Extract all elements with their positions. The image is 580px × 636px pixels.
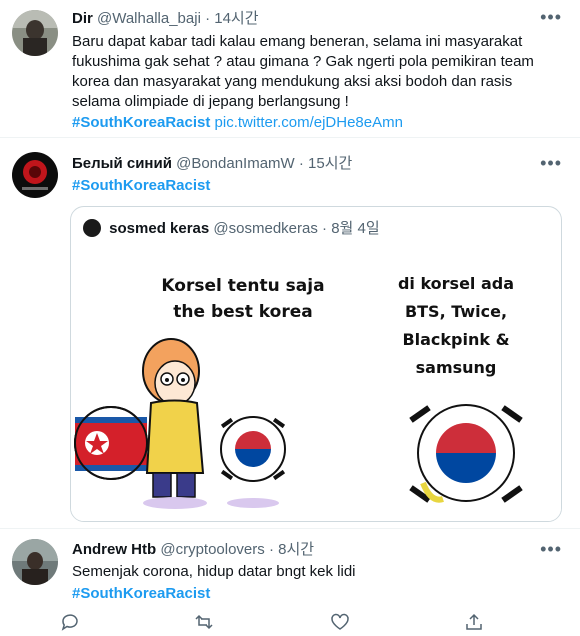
hashtag-link[interactable]: #SouthKoreaRacist — [72, 585, 210, 602]
nk-ball — [74, 406, 148, 480]
meme-image[interactable]: Korsel tentu saja the best korea di kors… — [71, 253, 561, 522]
author-name[interactable]: Andrew Htb — [72, 541, 156, 558]
reply-icon[interactable] — [60, 612, 80, 632]
meme-right-line-1: di korsel ada — [398, 274, 514, 293]
timestamp[interactable]: 8시간 — [278, 541, 314, 558]
tweet-actions — [60, 612, 540, 632]
timestamp[interactable]: 14시간 — [214, 10, 258, 27]
hashtag-link[interactable]: #SouthKoreaRacist — [72, 177, 210, 194]
separator: · — [268, 541, 274, 558]
avatar[interactable] — [12, 10, 58, 56]
meme-right-line-4: samsung — [416, 358, 497, 377]
tweet-text: Semenjak corona, hidup datar bngt kek li… — [72, 563, 356, 580]
quoted-tweet[interactable]: sosmed keras @sosmedkeras · 8월 4일 Korsel… — [70, 206, 562, 522]
quoted-author-name[interactable]: sosmed keras — [109, 220, 209, 237]
author-name[interactable]: Белый синий — [72, 155, 172, 172]
quoted-avatar[interactable] — [83, 219, 101, 237]
separator: · — [322, 220, 328, 237]
meme-left-line-2: the best korea — [173, 302, 312, 322]
quoted-author-handle[interactable]: @sosmedkeras — [213, 220, 317, 237]
meme-right-line-2: BTS, Twice, — [405, 302, 507, 321]
separator: · — [298, 155, 304, 172]
more-icon[interactable]: ••• — [540, 8, 562, 26]
avatar[interactable] — [12, 152, 58, 198]
author-handle[interactable]: @Walhalla_baji — [97, 10, 201, 27]
meme-right-line-3: Blackpink & — [402, 330, 509, 349]
share-icon[interactable] — [464, 612, 484, 632]
tweet-1[interactable]: Dir @Walhalla_baji · 14시간 ••• Baru dapat… — [0, 0, 580, 138]
tweet-text-block: Baru dapat kabar tadi kalau emang benera… — [72, 32, 562, 133]
more-icon[interactable]: ••• — [540, 540, 562, 558]
timestamp[interactable]: 15시간 — [308, 155, 352, 172]
more-icon[interactable]: ••• — [540, 154, 562, 172]
hashtag-link[interactable]: #SouthKoreaRacist — [72, 114, 210, 131]
like-icon[interactable] — [330, 612, 350, 632]
retweet-icon[interactable] — [194, 612, 214, 632]
pic-link[interactable]: pic.twitter.com/ejDHe8eAmn — [215, 114, 403, 131]
meme-left-line-1: Korsel tentu saja — [161, 276, 324, 296]
author-name[interactable]: Dir — [72, 10, 93, 27]
tweet-text: Baru dapat kabar tadi kalau emang benera… — [72, 33, 534, 110]
avatar[interactable] — [12, 539, 58, 585]
separator: · — [205, 10, 211, 27]
author-handle[interactable]: @BondanImamW — [176, 155, 295, 172]
quoted-timestamp[interactable]: 8월 4일 — [331, 220, 379, 237]
tweet-text-block: Semenjak corona, hidup datar bngt kek li… — [72, 562, 562, 604]
author-handle[interactable]: @cryptoolovers — [160, 541, 264, 558]
